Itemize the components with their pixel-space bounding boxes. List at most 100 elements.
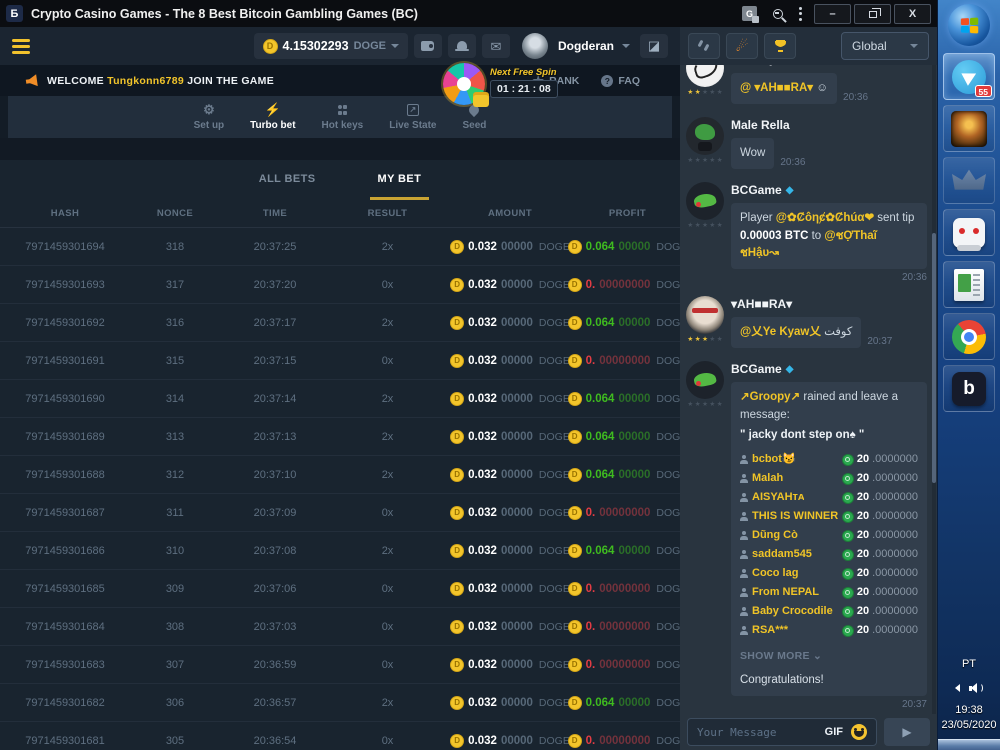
recipient-name[interactable]: From NEPAL — [740, 584, 819, 601]
recipient-name[interactable]: bcbot😼 — [740, 451, 796, 468]
recipient-name[interactable]: Malah — [740, 470, 783, 487]
user-name[interactable]: Dogderan — [558, 39, 614, 53]
menu-kebab-icon[interactable] — [799, 7, 802, 21]
recipient-name[interactable]: Dũng Cò — [740, 527, 798, 544]
user-mention[interactable]: @✿Ȼôηȼ✿Ȼhúα❤ — [776, 212, 874, 224]
settings-tab-live[interactable]: ↗Live State — [389, 103, 436, 131]
recipient-name[interactable]: AISYAHᴛᴀ — [740, 489, 804, 506]
taskbar-app-game[interactable] — [943, 105, 995, 152]
user-mention[interactable]: @ ▾AH■■RA▾ — [740, 82, 813, 94]
volume-icon[interactable] — [969, 682, 984, 694]
star-icon: ★ — [695, 337, 701, 344]
chat-messages[interactable]: ★★★★★@Btcmagnifier پشت سیستم نشسته راحت … — [680, 65, 937, 714]
settings-tab-seed[interactable]: Seed — [462, 103, 486, 131]
table-row[interactable]: 797145930168430820:37:030xD0.03200000DOG… — [0, 608, 680, 646]
translate-icon[interactable]: G — [742, 6, 757, 21]
settings-tab-gear[interactable]: ⚙Set up — [194, 103, 225, 131]
chat-collapse-button[interactable]: ◪ — [640, 34, 668, 58]
table-row[interactable]: 797145930168731120:37:090xD0.03200000DOG… — [0, 494, 680, 532]
language-indicator[interactable]: PT — [962, 658, 976, 670]
cell-nonce: 308 — [130, 621, 220, 633]
table-row[interactable]: 797145930169431820:37:252xD0.03200000DOG… — [0, 228, 680, 266]
rain-button[interactable] — [688, 33, 720, 59]
emoji-button[interactable] — [851, 724, 867, 740]
browser-window: Ƃ Crypto Casino Games - The 8 Best Bitco… — [0, 0, 937, 750]
star-icon: ★ — [695, 402, 701, 409]
recipient-name[interactable]: Baby Crocodile — [740, 603, 833, 620]
taskbar-app-document[interactable] — [943, 261, 995, 308]
taskbar-app-chrome[interactable] — [943, 313, 995, 360]
system-tray: PT 19:38 23/05/2020 — [938, 658, 1000, 750]
avatar[interactable] — [686, 361, 724, 399]
cell-hash: 7971459301682 — [0, 697, 130, 709]
chat-username[interactable]: BCGame◆ — [731, 183, 927, 197]
show-more-button[interactable]: SHOW MORE ⌄ — [740, 649, 918, 665]
free-spin-widget[interactable]: Next Free Spin 01 : 21 : 08 — [443, 63, 558, 105]
table-row[interactable]: 797145930168931320:37:132xD0.03200000DOG… — [0, 418, 680, 456]
faq-link[interactable]: ?FAQ — [601, 75, 640, 87]
chat-scrollbar-thumb[interactable] — [932, 233, 936, 483]
chat-username[interactable]: BCGame◆ — [731, 362, 927, 376]
recipient-amount: 20.0000000 — [842, 584, 918, 601]
contest-button[interactable] — [764, 33, 796, 59]
send-button[interactable]: ▶ — [884, 718, 930, 746]
table-row[interactable]: 797145930169031420:37:142xD0.03200000DOG… — [0, 380, 680, 418]
avatar[interactable] — [686, 65, 724, 87]
close-button[interactable]: X — [894, 4, 931, 24]
tab-my-bet[interactable]: MY BET — [370, 160, 430, 200]
show-desktop-button[interactable] — [938, 739, 1000, 750]
chat-username[interactable]: ▾AH■■RA▾ — [731, 297, 927, 311]
zoom-search-icon[interactable] — [773, 9, 783, 19]
notifications-button[interactable] — [448, 34, 476, 58]
spin-wheel-icon[interactable] — [443, 63, 485, 105]
recipient-name[interactable]: saddam545 — [740, 546, 812, 563]
balance-selector[interactable]: D 4.15302293 DOGE — [254, 33, 408, 59]
gif-button[interactable]: GIF — [825, 726, 843, 738]
table-row[interactable]: 797145930168530920:37:060xD0.03200000DOG… — [0, 570, 680, 608]
minimize-button[interactable]: – — [814, 4, 851, 24]
tray-date[interactable]: 23/05/2020 — [941, 719, 996, 731]
wallet-button[interactable] — [414, 34, 442, 58]
table-row[interactable]: 797145930168831220:37:102xD0.03200000DOG… — [0, 456, 680, 494]
table-row[interactable]: 797145930168330720:36:590xD0.03200000DOG… — [0, 646, 680, 684]
chat-bubble: @ ▾AH■■RA▾ ☺ — [731, 73, 837, 104]
settings-tab-keys[interactable]: Hot keys — [322, 103, 364, 131]
hidden-icons-arrow[interactable] — [955, 684, 960, 692]
recipient-name[interactable]: Coco lag — [740, 565, 798, 582]
avatar[interactable] — [686, 296, 724, 334]
star-icon: ★ — [709, 223, 715, 230]
cell-nonce: 311 — [130, 507, 220, 519]
chat-channel-select[interactable]: Global — [841, 32, 929, 60]
recipient-name[interactable]: THIS IS WINNER — [740, 508, 838, 525]
avatar[interactable] — [686, 182, 724, 220]
messages-button[interactable]: ✉ — [482, 34, 510, 58]
recipient-name[interactable]: RSA*** — [740, 622, 788, 639]
taskbar-app-robot[interactable] — [943, 209, 995, 256]
chat-username[interactable]: Male Rella — [731, 118, 927, 132]
restore-button[interactable] — [854, 4, 891, 24]
table-row[interactable]: 797145930169331720:37:200xD0.03200000DOG… — [0, 266, 680, 304]
fireball-button[interactable]: ☄ — [726, 33, 758, 59]
tab-all-bets[interactable]: ALL BETS — [251, 160, 324, 200]
chat-username[interactable]: 乂Ye Kyaw乂 — [731, 65, 927, 67]
avatar[interactable] — [686, 117, 724, 155]
user-mention[interactable]: ↗Groopy↗ — [740, 391, 800, 403]
table-row[interactable]: 797145930168130520:36:540xD0.03200000DOG… — [0, 722, 680, 750]
hamburger-menu-icon[interactable] — [12, 39, 30, 54]
spin-timer: 01 : 21 : 08 — [490, 80, 558, 98]
settings-tab-bolt[interactable]: ⚡Turbo bet — [250, 103, 295, 131]
table-row[interactable]: 797145930168230620:36:572xD0.03200000DOG… — [0, 684, 680, 722]
taskbar-app-telegram[interactable]: 55 — [943, 53, 995, 100]
tray-clock[interactable]: 19:38 — [955, 704, 983, 716]
chat-input[interactable]: Your Message GIF — [687, 718, 877, 746]
start-button[interactable] — [948, 4, 990, 46]
table-row[interactable]: 797145930169131520:37:150xD0.03200000DOG… — [0, 342, 680, 380]
user-mention[interactable]: @乂Ye Kyaw乂 — [740, 326, 821, 338]
cell-time: 20:37:08 — [220, 545, 330, 557]
table-row[interactable]: 797145930168631020:37:082xD0.03200000DOG… — [0, 532, 680, 570]
taskbar-app-bcgame[interactable]: b — [943, 365, 995, 412]
table-row[interactable]: 797145930169231620:37:172xD0.03200000DOG… — [0, 304, 680, 342]
user-avatar[interactable] — [522, 33, 548, 59]
taskbar-app-crown[interactable] — [943, 157, 995, 204]
rain-recipient-row: Baby Crocodile20.0000000 — [740, 602, 918, 621]
